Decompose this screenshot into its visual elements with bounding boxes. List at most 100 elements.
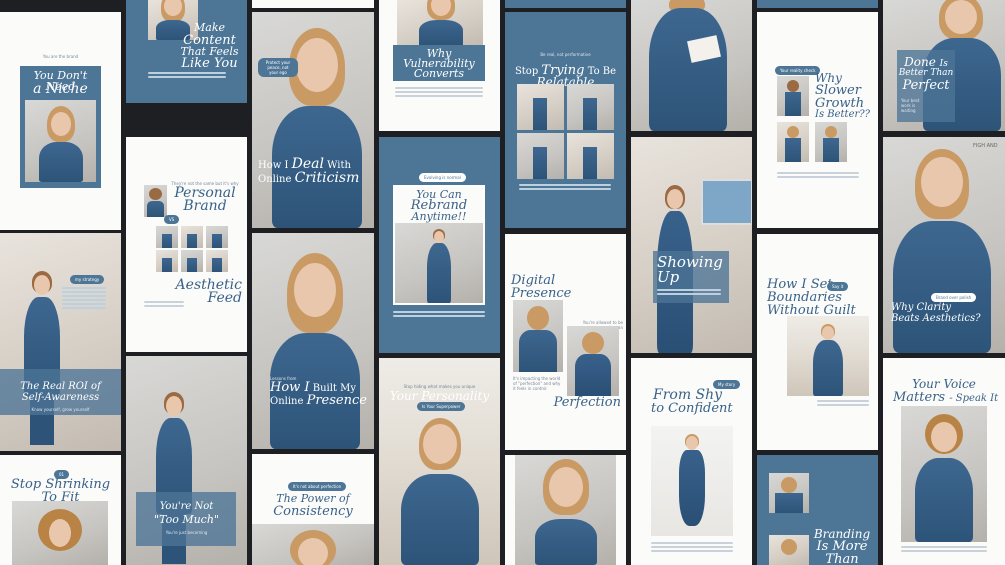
portrait-photo <box>12 501 108 565</box>
card-title: Like You <box>181 56 238 71</box>
portrait-photo <box>513 300 563 372</box>
card-boundaries-without-guilt[interactable]: How I Set Say it Boundaries Without Guil… <box>757 234 878 450</box>
card-title: The Power of <box>276 492 350 505</box>
caption: It's impacting the world of "perfection"… <box>513 376 561 391</box>
card-title: Perfect <box>902 78 950 93</box>
card-how-i-built-my-online-presence[interactable]: Lessons from How I Built My Online Prese… <box>252 233 374 449</box>
card-title: Better Than <box>898 68 954 78</box>
scene-photo <box>0 233 121 451</box>
strategy-pill: my strategy <box>70 275 105 284</box>
card-title: Your Voice <box>912 377 976 391</box>
card-you-dont-need-a-niche[interactable]: You are the brand You Don't Need a Niche <box>0 12 121 230</box>
scene-photo <box>395 223 483 303</box>
card-eyebrow: You are the brand <box>42 54 79 59</box>
card-branding-is-more-than[interactable]: Branding Is More Than <box>757 455 878 565</box>
body-text <box>817 400 869 408</box>
card-partial-top[interactable] <box>252 0 374 8</box>
card-title: Matters - Speak It <box>893 391 1005 404</box>
portrait-photo <box>397 0 483 45</box>
scene-photo <box>631 137 752 353</box>
body-text <box>651 542 733 554</box>
card-title: Converts <box>413 67 465 80</box>
scene-photo <box>651 426 733 536</box>
grid-photo <box>567 84 614 130</box>
card-showing-up[interactable]: Showing Up <box>631 137 752 353</box>
card-title-part: Matters <box>893 390 946 405</box>
card-personal-brand-vs-aesthetic-feed[interactable]: They're not the same but it's why Person… <box>126 137 247 352</box>
grid-photo <box>206 250 228 272</box>
card-why-slower-growth[interactable]: Your reality check Why Slower Growth Is … <box>757 12 878 228</box>
portrait-photo <box>252 12 374 228</box>
card-title: Make <box>194 21 225 34</box>
body-text <box>777 172 859 180</box>
grid-photo <box>517 133 564 179</box>
card-pill: Your reality check <box>775 66 821 75</box>
card-pill: Evolving is normal <box>419 173 466 182</box>
card-real-roi-self-awareness[interactable]: my strategy The Real ROI of Self-Awarene… <box>0 233 121 451</box>
card-clarity-beats-aesthetics[interactable]: FIGH AND Brand over polish Why Clarity B… <box>883 137 1005 353</box>
card-youre-not-too-much[interactable]: You're Not "Too Much" You're just becomi… <box>126 356 247 565</box>
card-why-vulnerability-converts[interactable]: Why Vulnerability Converts <box>379 0 500 131</box>
card-digital-presence-perfection[interactable]: Digital Presence You're allowed to be hu… <box>505 234 626 450</box>
card-title: Consistency <box>273 504 353 519</box>
card-content-that-feels-like-you[interactable]: Make Content That Feels Like You <box>126 0 247 103</box>
card-power-of-consistency[interactable]: It's not about perfection The Power of C… <box>252 454 374 565</box>
portrait-photo <box>515 455 616 565</box>
card-title: How I Deal With <box>258 157 374 171</box>
card-done-is-better-than-perfect[interactable]: Done Is Better Than Perfect Your best wo… <box>883 0 1005 131</box>
card-title-part: Online <box>258 174 292 185</box>
card-pill: It's not about perfection <box>288 482 347 491</box>
card-title: Perfection <box>553 395 621 410</box>
card-title: Why Clarity <box>891 302 952 313</box>
portrait-photo <box>25 100 96 182</box>
card-title-part: How I <box>258 160 289 171</box>
quote-bubble: Brand over polish <box>931 293 977 302</box>
card-title: Anytime!! <box>411 210 467 223</box>
card-title-part: Criticism <box>294 170 360 186</box>
card-title-part: Done <box>904 55 936 69</box>
card-partial-top[interactable] <box>757 0 878 8</box>
card-title: "Too Much" <box>154 513 219 526</box>
title-panel: You Don't Need a Niche <box>20 66 101 188</box>
card-stop-shrinking[interactable]: 01 Stop Shrinking To Fit <box>0 455 121 565</box>
card-partial-top[interactable] <box>505 0 626 8</box>
card-title: Self-Awareness <box>21 392 100 403</box>
card-stop-trying-to-be-relatable[interactable]: Be real, not performative Stop Trying To… <box>505 12 626 228</box>
card-from-shy-to-confident[interactable]: My story From Shy to Confident <box>631 358 752 565</box>
card-title-part: Presence <box>306 393 367 408</box>
card-title: Is Better?? <box>815 109 870 120</box>
portrait-photo <box>777 122 809 162</box>
card-title: From Shy <box>653 387 723 403</box>
card-eyebrow: Be real, not performative <box>540 52 591 57</box>
card-title: You're Not <box>159 501 214 512</box>
card-title: Presence <box>511 286 572 301</box>
card-you-can-rebrand-anytime[interactable]: Evolving is normal You Can Rebrand Anyti… <box>379 137 500 353</box>
grid-photo <box>567 133 614 179</box>
card-title: Your Personality <box>389 389 490 403</box>
card-your-voice-matters[interactable]: Your Voice Matters - Speak It <box>883 358 1005 565</box>
grid-photo <box>206 226 228 248</box>
body-text <box>519 184 611 192</box>
body-text <box>62 287 106 311</box>
card-portrait-bottom[interactable] <box>505 455 626 565</box>
body-text <box>901 546 987 554</box>
card-deal-with-online-criticism[interactable]: Protect your peace, not your ego How I D… <box>252 12 374 228</box>
vs-badge: VS <box>164 215 180 224</box>
scene-photo <box>787 316 869 396</box>
portrait-photo <box>815 122 847 162</box>
portrait-photo <box>777 76 809 116</box>
card-woman-with-notebook[interactable] <box>631 0 752 131</box>
card-title: Brand <box>183 198 227 214</box>
card-subtitle: You're just becoming <box>165 530 208 535</box>
body-text <box>657 289 721 297</box>
card-title: a Niche <box>33 81 88 97</box>
grid-photo <box>181 250 203 272</box>
portrait-photo <box>769 473 809 513</box>
card-title: Online Presence <box>270 394 374 407</box>
grid-photo <box>156 250 178 272</box>
portrait-photo <box>252 524 374 565</box>
card-title-part: How I <box>270 380 310 395</box>
grid-photo <box>181 226 203 248</box>
card-your-personality-superpower[interactable]: Stop hiding what makes you unique Your P… <box>379 358 500 565</box>
scene-photo <box>631 0 752 131</box>
